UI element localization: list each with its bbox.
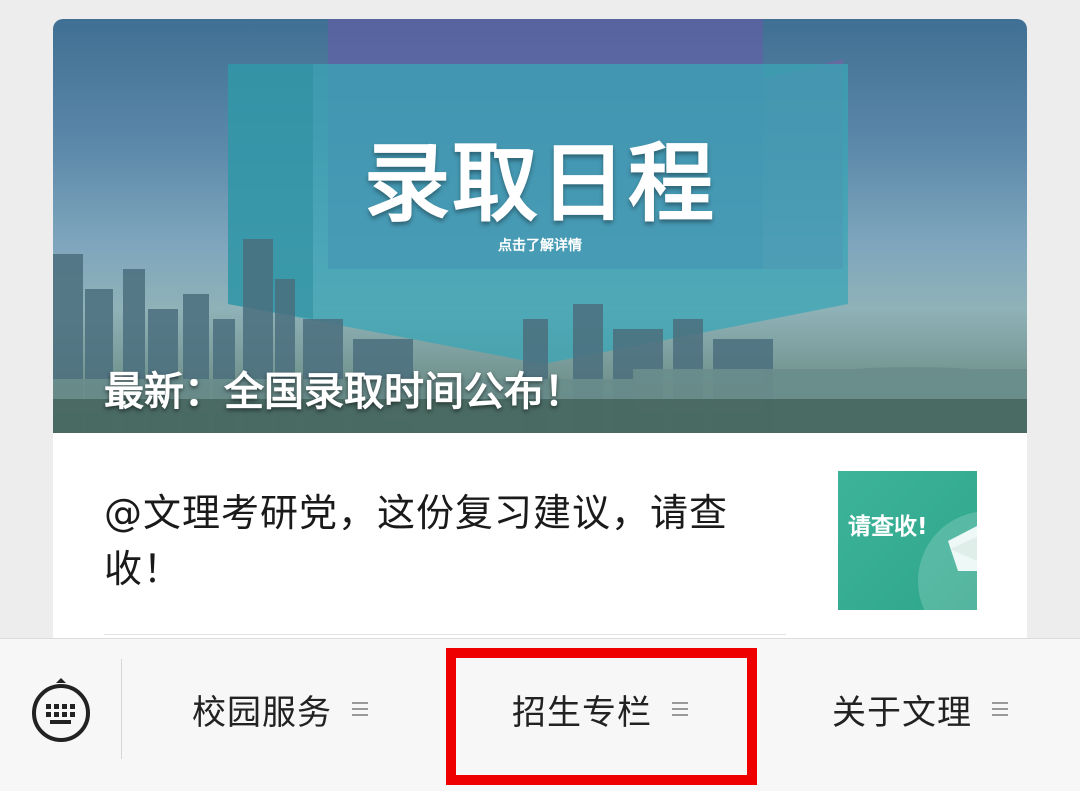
menu-lines-icon [352,702,368,716]
banner-caption[interactable]: 最新：全国录取时间公布！ [104,359,584,417]
article-card[interactable]: 录取日程 点击了解详情 最新：全国录取时间公布！ @文理考研党，这份复习建议，请… [53,19,1027,659]
banner-subtitle: 点击了解详情 [498,238,582,254]
article-title[interactable]: @文理考研党，这份复习建议，请查收！ [104,485,784,597]
article-list-item[interactable]: @文理考研党，这份复习建议，请查收！ 请查收! [53,433,1027,659]
menu-item-campus-services[interactable]: 校园服务 [150,669,410,749]
keyboard-toggle-button[interactable] [28,677,94,743]
menu-item-label: 校园服务 [192,692,332,733]
article-thumbnail[interactable]: 请查收! [838,471,977,610]
menu-lines-icon [992,702,1008,716]
highlight-box [446,648,757,785]
list-divider [104,634,786,635]
banner-image[interactable]: 录取日程 点击了解详情 最新：全国录取时间公布！ [53,19,1027,433]
menu-item-about[interactable]: 关于文理 [790,669,1050,749]
keyboard-icon [32,678,90,742]
article-feed: 录取日程 点击了解详情 最新：全国录取时间公布！ @文理考研党，这份复习建议，请… [0,0,1080,659]
menu-separator [121,659,122,759]
thumbnail-text: 请查收! [848,514,928,540]
menu-item-label: 关于文理 [832,692,972,733]
banner-title: 录取日程 [364,134,716,234]
